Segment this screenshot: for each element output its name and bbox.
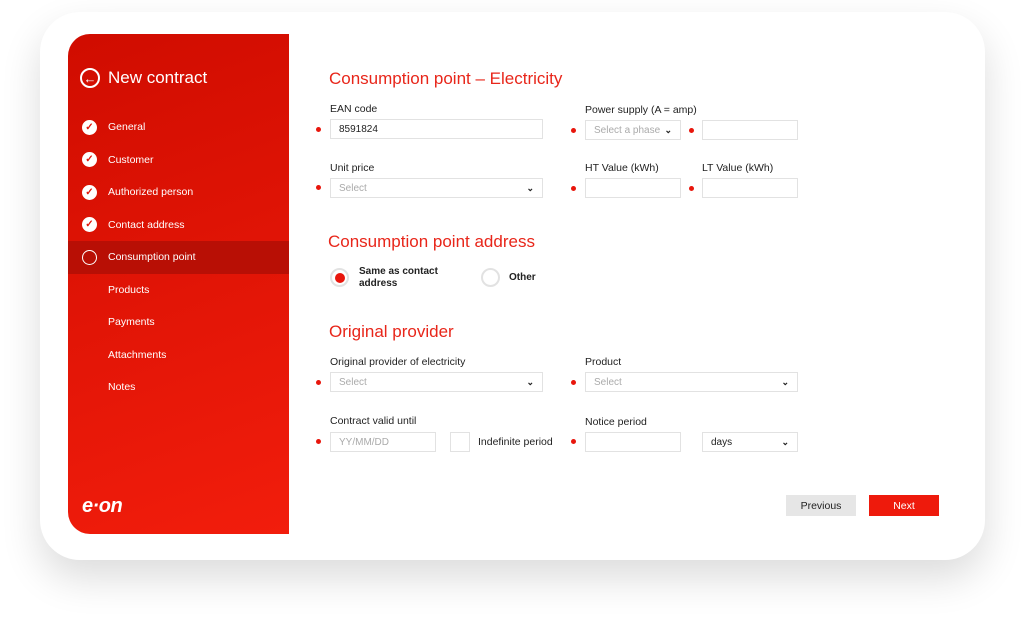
chevron-down-icon: ⌄ <box>664 124 672 135</box>
chevron-down-icon: ⌄ <box>526 182 534 193</box>
valid-until-input[interactable]: YY/MM/DD <box>330 432 436 452</box>
required-dot <box>689 128 694 133</box>
notice-unit-select[interactable]: days ⌄ <box>702 432 798 452</box>
sidebar-item-general[interactable]: ✓ General <box>68 111 289 144</box>
product-select[interactable]: Select ⌄ <box>585 372 798 392</box>
required-dot <box>316 439 321 444</box>
back-arrow-icon: ← <box>80 68 100 88</box>
required-dot <box>571 186 576 191</box>
radio-same-address[interactable] <box>330 268 349 287</box>
chevron-down-icon: ⌄ <box>781 376 789 387</box>
phase-select[interactable]: Select a phase ⌄ <box>585 120 681 140</box>
notice-input[interactable] <box>585 432 681 452</box>
section-title-electricity: Consumption point – Electricity <box>329 69 563 88</box>
notice-label: Notice period <box>585 416 647 428</box>
unit-price-label: Unit price <box>330 162 375 174</box>
required-dot <box>571 439 576 444</box>
sidebar-item-attachments[interactable]: Attachments <box>68 339 289 372</box>
indefinite-label: Indefinite period <box>478 436 553 448</box>
sidebar-item-label: Consumption point <box>108 251 196 264</box>
required-dot <box>316 185 321 190</box>
sidebar-title: New contract <box>108 68 208 87</box>
sidebar-item-label: Authorized person <box>108 186 194 199</box>
radio-same-label: Same as contact address <box>359 266 438 289</box>
next-button[interactable]: Next <box>869 495 939 516</box>
radio-other[interactable] <box>481 268 500 287</box>
sidebar-item-customer[interactable]: ✓ Customer <box>68 144 289 177</box>
lt-label: LT Value (kWh) <box>702 162 774 174</box>
sidebar-item-label: Payments <box>108 316 155 329</box>
section-title-address: Consumption point address <box>328 232 535 251</box>
provider-select[interactable]: Select ⌄ <box>330 372 543 392</box>
product-label: Product <box>585 356 622 368</box>
back-button[interactable]: ← New contract <box>80 68 207 88</box>
check-circle-icon: ✓ <box>82 217 97 233</box>
chevron-down-icon: ⌄ <box>526 376 534 387</box>
required-dot <box>689 186 694 191</box>
check-circle-icon: ✓ <box>82 152 97 168</box>
ean-input[interactable]: 8591824 <box>330 119 543 139</box>
required-dot <box>316 380 321 385</box>
sidebar-item-label: Products <box>108 283 150 296</box>
check-circle-icon: ✓ <box>82 184 97 200</box>
sidebar-item-consumption-point[interactable]: Consumption point <box>68 241 289 274</box>
sidebar-item-label: Customer <box>108 153 154 166</box>
check-circle-icon: ✓ <box>82 119 97 135</box>
sidebar-item-products[interactable]: Products <box>68 274 289 307</box>
amp-input[interactable] <box>702 120 798 140</box>
unit-price-select[interactable]: Select ⌄ <box>330 178 543 198</box>
section-title-provider: Original provider <box>329 322 454 341</box>
ean-label: EAN code <box>330 103 378 115</box>
ht-label: HT Value (kWh) <box>585 162 659 174</box>
indefinite-checkbox[interactable] <box>450 432 470 452</box>
sidebar-item-contact-address[interactable]: ✓ Contact address <box>68 209 289 242</box>
circle-icon <box>82 249 97 265</box>
ht-input[interactable] <box>585 178 681 198</box>
sidebar-item-payments[interactable]: Payments <box>68 306 289 339</box>
radio-other-label: Other <box>509 272 536 283</box>
power-supply-label: Power supply (A = amp) <box>585 104 697 116</box>
sidebar-item-notes[interactable]: Notes <box>68 371 289 404</box>
lt-input[interactable] <box>702 178 798 198</box>
valid-until-label: Contract valid until <box>330 415 417 427</box>
required-dot <box>571 128 576 133</box>
required-dot <box>316 127 321 132</box>
sidebar-item-label: General <box>108 121 146 134</box>
provider-label: Original provider of electricity <box>330 356 466 368</box>
sidebar-item-label: Notes <box>108 381 136 394</box>
sidebar-item-label: Attachments <box>108 348 167 361</box>
required-dot <box>571 380 576 385</box>
sidebar: ← New contract ✓ General ✓ Customer ✓ Authoriz… <box>68 34 289 534</box>
sidebar-item-label: Contact address <box>108 218 185 231</box>
previous-button[interactable]: Previous <box>786 495 856 516</box>
chevron-down-icon: ⌄ <box>781 436 789 447</box>
eon-logo: e·on <box>82 495 123 517</box>
sidebar-item-authorized-person[interactable]: ✓ Authorized person <box>68 176 289 209</box>
